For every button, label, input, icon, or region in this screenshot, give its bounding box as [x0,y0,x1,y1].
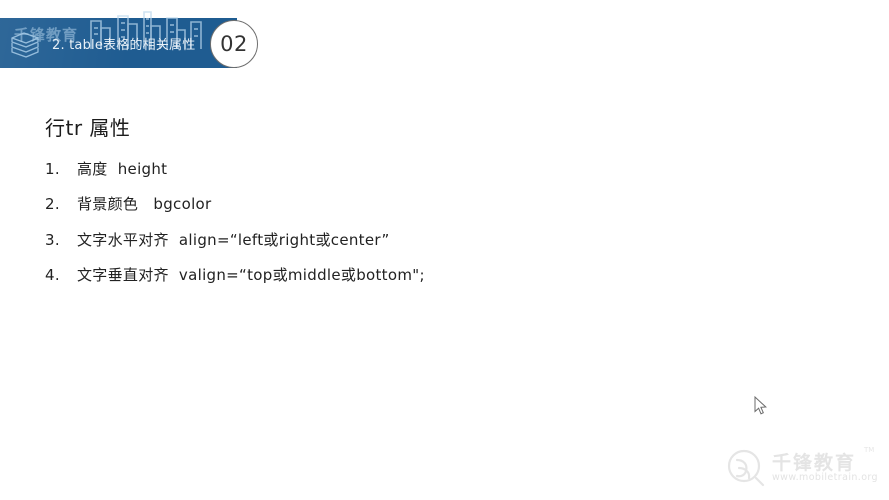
mouse-cursor [754,396,767,415]
list-item-text: 背景颜色 bgcolor [77,195,212,214]
content-heading: 行tr 属性 [45,116,131,140]
list-item: 2. 背景颜色 bgcolor [45,194,845,214]
list-item-index: 3. [45,230,60,249]
list-item-index: 2. [45,195,60,214]
list-item: 3. 文字水平对齐 align=“left或right或center” [45,230,845,250]
section-number-badge: 02 [210,20,258,68]
list-item-index: 1. [45,160,60,178]
section-number-label: 02 [220,31,248,56]
brand-watermark-name: 千锋教育 [772,452,857,474]
brand-logo-icon [727,449,765,487]
brand-watermark-url: www.mobiletrain.org [772,472,878,483]
list-item: 1. 高度 height [45,159,845,179]
books-stack-icon [11,32,39,58]
trademark-symbol: TM [864,446,875,454]
list-item-text: 高度 height [77,160,168,178]
header-title: 2. table表格的相关属性 [52,38,196,53]
attribute-list: 1. 高度 height 2. 背景颜色 bgcolor 3. 文字水平对齐 a… [45,159,845,285]
slide-content: 行tr 属性 1. 高度 height 2. 背景颜色 bgcolor 3. 文… [45,112,845,300]
list-item: 4. 文字垂直对齐 valign=“top或middle或bottom"; [45,265,845,285]
brand-watermark: 千锋教育 TM www.mobiletrain.org [726,446,878,492]
list-item-text: 文字垂直对齐 valign=“top或middle或bottom"; [77,265,425,284]
slide-canvas: 千锋教育 2. table表格的相关属性 02 行tr 属性 1. 高度 hei… [0,0,889,500]
list-item-index: 4. [45,265,60,284]
list-item-text: 文字水平对齐 align=“left或right或center” [77,230,390,249]
